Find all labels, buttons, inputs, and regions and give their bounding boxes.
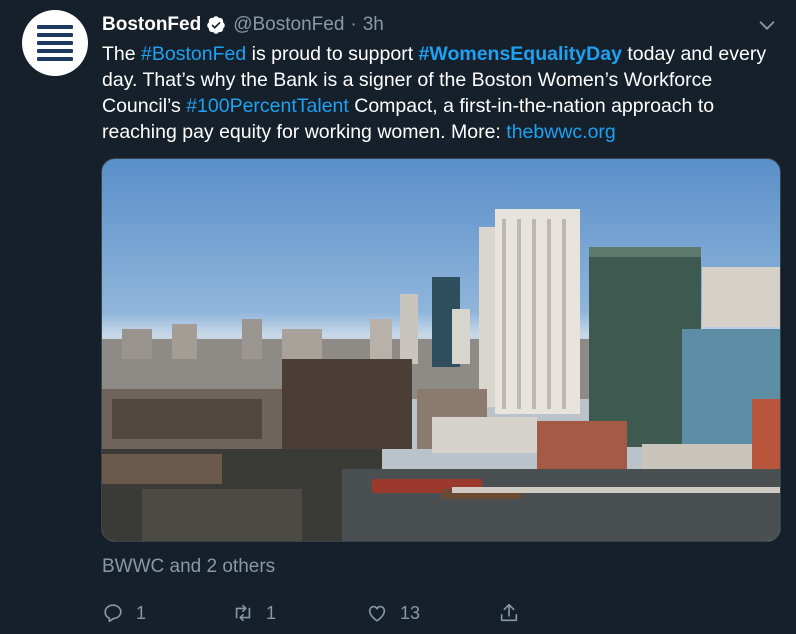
logo-bar: [37, 49, 73, 53]
logo-bar: [37, 41, 73, 45]
reply-count: 1: [136, 602, 147, 623]
tweet-photo[interactable]: [101, 158, 781, 542]
logo-bar: [37, 57, 73, 61]
chevron-down-icon[interactable]: [756, 14, 778, 36]
logo-bar: [37, 25, 73, 29]
skyline-image: [102, 209, 780, 541]
reply-button[interactable]: 1: [102, 598, 146, 628]
tweet-header: BostonFed @BostonFed · 3h: [102, 12, 384, 38]
separator-dot: ·: [350, 14, 357, 35]
like-icon: [368, 605, 386, 622]
avatar[interactable]: [22, 10, 88, 76]
share-icon: [500, 603, 518, 622]
hashtag-100-percent-talent[interactable]: #100PercentTalent: [186, 95, 349, 117]
like-count: 13: [400, 602, 421, 623]
logo-bar: [37, 33, 73, 37]
tweet-timestamp[interactable]: 3h: [363, 14, 384, 36]
author-handle[interactable]: @BostonFed: [233, 14, 344, 36]
tweet-text-part: is proud to support: [246, 43, 419, 65]
liked-by-text[interactable]: BWWC and 2 others: [102, 556, 275, 578]
external-link[interactable]: thebwwc.org: [506, 121, 615, 143]
retweet-count: 1: [266, 602, 277, 623]
tweet-text: The #BostonFed is proud to support #Wome…: [102, 41, 772, 145]
share-button[interactable]: [498, 598, 520, 628]
retweet-button[interactable]: 1: [232, 598, 276, 628]
author-name[interactable]: BostonFed: [102, 14, 201, 36]
like-button[interactable]: 13: [366, 598, 420, 628]
reply-icon: [104, 604, 122, 623]
verified-badge-icon: [207, 16, 225, 34]
retweet-icon: [235, 604, 251, 622]
hashtag-womens-equality-day[interactable]: #WomensEqualityDay: [419, 43, 622, 65]
tweet-text-part: The: [102, 43, 142, 65]
action-bar: 1 1 13: [102, 598, 522, 628]
hashtag-bostonfed[interactable]: #BostonFed: [141, 43, 246, 65]
